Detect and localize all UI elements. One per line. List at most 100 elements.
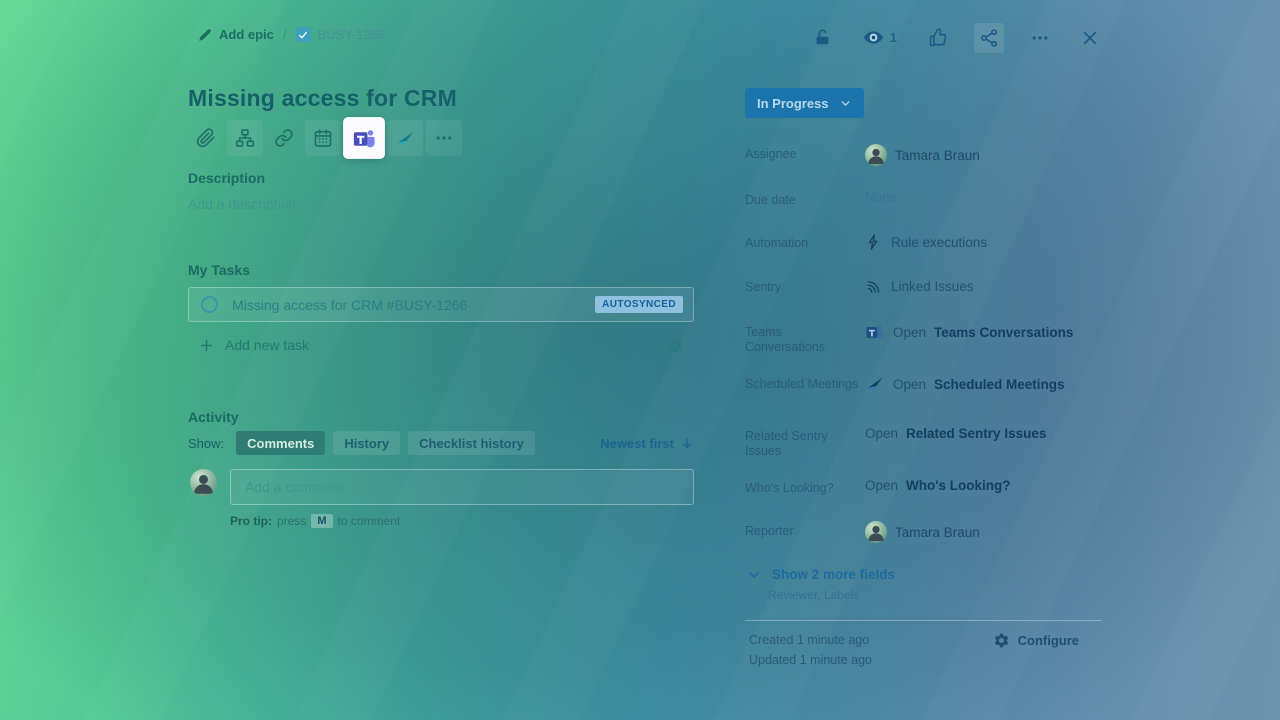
meeting-kite-icon [865,374,885,394]
pro-tip-prefix: Pro tip: [230,514,272,528]
attach-icon [196,128,216,148]
field-label: Related Sentry Issues [745,426,865,459]
assignee-name: Tamara Braun [895,148,980,163]
reporter-avatar [865,521,887,543]
reporter-value[interactable]: Tamara Braun [865,521,980,543]
issue-sidebar: In Progress Assignee Tamara Braun Due da… [745,0,1101,720]
sentry-link: Linked Issues [891,279,974,294]
due-date-button[interactable] [305,120,341,156]
teams-icon [352,126,377,151]
reporter-name: Tamara Braun [895,525,980,540]
pro-tip-mid: press [277,514,306,528]
hidden-fields-list: Reviewer, Labels [768,588,859,602]
sort-order-label: Newest first [600,436,674,451]
field-scheduled-meetings: Scheduled Meetings Open Scheduled Meetin… [745,374,1101,394]
toolbar-more-button[interactable] [426,120,462,156]
scheduled-meetings-button[interactable] [387,120,423,156]
teams-conversations-value[interactable]: Open Teams Conversations [865,322,1073,342]
due-date-value[interactable]: None [865,190,897,205]
tasks-settings-button[interactable] [667,337,684,354]
attach-button[interactable] [188,120,224,156]
field-assignee: Assignee Tamara Braun [745,144,1101,166]
link-issue-button[interactable] [266,120,302,156]
meeting-kite-icon [395,128,416,149]
add-subtask-button[interactable] [227,120,263,156]
field-label: Automation [745,233,865,251]
panel-divider [745,620,1101,621]
assignee-value[interactable]: Tamara Braun [865,144,980,166]
field-teams-conversations: Teams Conversations Open Teams Conversat… [745,322,1101,355]
my-tasks-heading: My Tasks [188,262,250,278]
configure-button[interactable]: Configure [993,632,1079,649]
more-icon [434,128,454,148]
sentry-value[interactable]: Linked Issues [865,277,974,295]
show-more-fields-label: Show 2 more fields [772,567,895,582]
field-label: Reporter [745,521,865,539]
field-sentry: Sentry Linked Issues [745,277,1101,295]
related-sentry-value[interactable]: Open Related Sentry Issues [865,426,1046,441]
description-placeholder[interactable]: Add a description... [188,196,308,212]
task-checkbox[interactable] [201,296,218,313]
open-prefix: Open [865,426,898,441]
field-label: Scheduled Meetings [745,374,865,392]
automation-value[interactable]: Rule executions [865,233,987,251]
configure-label: Configure [1018,633,1079,648]
add-new-task-button[interactable]: Add new task [188,337,309,353]
add-task-row: Add new task [188,332,694,358]
field-whos-looking: Who's Looking? Open Who's Looking? [745,478,1101,496]
activity-heading: Activity [188,409,239,425]
field-label: Who's Looking? [745,478,865,496]
chevron-down-icon [839,97,852,110]
whos-looking-value[interactable]: Open Who's Looking? [865,478,1010,493]
related-sentry-link: Related Sentry Issues [906,426,1046,441]
filter-comments[interactable]: Comments [236,431,325,455]
link-icon [274,128,294,148]
pro-tip: Pro tip: press M to comment [230,514,400,528]
open-prefix: Open [865,478,898,493]
calendar-icon [313,128,333,148]
comment-input[interactable]: Add a comment... [230,469,694,505]
field-label: Due date [745,190,865,208]
chevron-down-icon [747,568,761,582]
task-row[interactable]: Missing access for CRM #BUSY-1266 AUTOSY… [188,287,694,322]
field-reporter: Reporter Tamara Braun [745,521,1101,543]
teams-conversations-button[interactable] [344,118,384,158]
field-label: Teams Conversations [745,322,865,355]
show-label: Show: [188,436,224,451]
sort-order-button[interactable]: Newest first [600,436,694,451]
filter-checklist-history[interactable]: Checklist history [408,431,535,455]
open-prefix: Open [893,325,926,340]
created-timestamp: Created 1 minute ago [749,633,869,647]
activity-filter-row: Show: Comments History Checklist history… [188,431,694,455]
whos-looking-link: Who's Looking? [906,478,1010,493]
scheduled-meetings-link: Scheduled Meetings [934,377,1065,392]
plus-icon [199,338,214,353]
field-due-date: Due date None [745,190,1101,208]
status-dropdown[interactable]: In Progress [745,88,864,118]
autosynced-badge: AUTOSYNCED [595,296,683,313]
comment-row: Add a comment... [190,469,694,505]
teams-icon [865,322,885,342]
current-user-avatar [190,469,217,496]
field-label: Assignee [745,144,865,162]
gear-icon [667,337,684,354]
gear-icon [993,632,1010,649]
issue-toolbar [188,118,462,158]
field-label: Sentry [745,277,865,295]
add-new-task-label: Add new task [225,337,309,353]
scheduled-meetings-value[interactable]: Open Scheduled Meetings [865,374,1065,394]
teams-conversations-link: Teams Conversations [934,325,1073,340]
show-more-fields-button[interactable]: Show 2 more fields [747,567,895,582]
issue-main-column: Missing access for CRM Description Add a… [188,0,694,720]
pro-tip-suffix: to comment [338,514,401,528]
updated-timestamp: Updated 1 minute ago [749,653,872,667]
filter-history[interactable]: History [333,431,400,455]
arrow-down-icon [680,436,694,450]
description-heading: Description [188,170,265,186]
keyboard-shortcut-m: M [311,514,332,528]
open-prefix: Open [893,377,926,392]
field-related-sentry-issues: Related Sentry Issues Open Related Sentr… [745,426,1101,459]
status-label: In Progress [757,96,829,111]
automation-link: Rule executions [891,235,987,250]
page-title: Missing access for CRM [188,85,457,112]
